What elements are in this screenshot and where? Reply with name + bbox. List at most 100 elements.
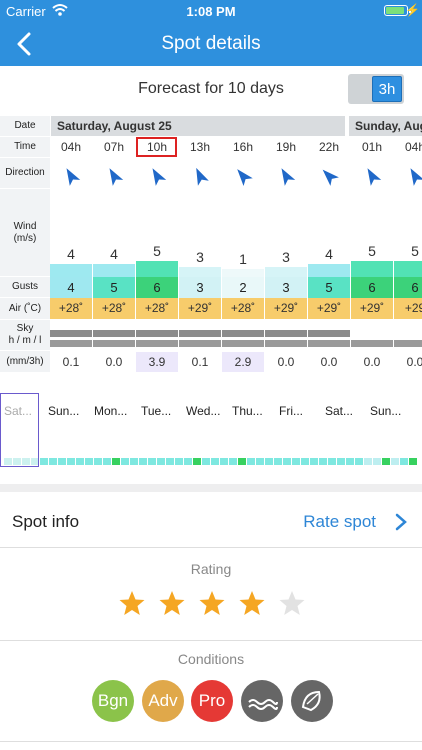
day-label[interactable]: Sun... [370, 404, 401, 418]
wind-direction-arrow-icon [152, 168, 167, 186]
row-label-date: Date [0, 116, 50, 137]
spot-info-label: Spot info [12, 512, 80, 531]
day-wind-mini-bar [400, 458, 408, 465]
day-wind-mini-bar [229, 458, 237, 465]
day-wind-mini-bar [364, 458, 372, 465]
date-header-1: Saturday, August 25 [51, 116, 345, 136]
day-wind-mini-bar [49, 458, 57, 465]
air-temp: +29˚ [308, 298, 350, 319]
clock: 1:08 PM [186, 4, 236, 19]
sky-cloud-high [50, 330, 92, 337]
day-wind-mini-bar [67, 458, 75, 465]
divider [0, 741, 422, 742]
gust-value: 5 [93, 277, 135, 298]
wind-value: 5 [153, 243, 161, 259]
wind-bar [394, 261, 422, 277]
row-label-gusts: Gusts [0, 277, 50, 298]
air-temp: +29˚ [351, 298, 393, 319]
wind-bar [222, 269, 264, 277]
sky-cloud-high [179, 330, 221, 337]
time-cell[interactable]: 13h [179, 140, 221, 154]
precip-value: 0.1 [191, 355, 209, 369]
star-icon[interactable] [118, 589, 146, 617]
section-divider [0, 484, 422, 492]
day-wind-mini-bar [391, 458, 399, 465]
day-wind-mini-bar [319, 458, 327, 465]
day-label[interactable]: Sat... [325, 404, 353, 418]
star-icon[interactable] [158, 589, 186, 617]
wind-value: 4 [325, 246, 333, 262]
star-icon[interactable] [238, 589, 266, 617]
selected-time-marker [136, 137, 177, 157]
day-label[interactable]: Mon... [94, 404, 127, 418]
time-cell[interactable]: 04h [50, 140, 92, 154]
chevron-right-icon[interactable] [394, 512, 408, 532]
divider [0, 547, 422, 548]
air-temp: +28˚ [136, 298, 178, 319]
wind-value: 1 [239, 251, 247, 267]
sky-cloud-mid [136, 340, 178, 347]
day-wind-mini-bar [121, 458, 129, 465]
wind-value: 5 [368, 243, 376, 259]
star-icon[interactable] [198, 589, 226, 617]
time-cell[interactable]: 22h [308, 140, 350, 154]
time-cell[interactable]: 07h [93, 140, 135, 154]
gust-value: 4 [50, 277, 92, 298]
status-bar: Carrier 1:08 PM ⚡ [0, 0, 422, 22]
day-wind-mini-bar [355, 458, 363, 465]
sky-cloud-high [93, 330, 135, 337]
kite-icon [291, 680, 333, 722]
wind-bar [308, 264, 350, 277]
toggle-3h[interactable]: 3h [372, 76, 402, 102]
rate-spot-link[interactable]: Rate spot [303, 512, 376, 532]
day-wind-mini-bar [274, 458, 282, 465]
sky-cloud-mid [93, 340, 135, 347]
interval-toggle[interactable]: 3h [348, 74, 404, 104]
sky-cloud-mid [222, 340, 264, 347]
day-wind-mini-bar [247, 458, 255, 465]
day-wind-mini-bar [265, 458, 273, 465]
day-wind-mini-bar [166, 458, 174, 465]
time-cell[interactable]: 04h [394, 140, 422, 154]
day-wind-mini-bar [103, 458, 111, 465]
date-header-2: Sunday, August 26 [349, 116, 422, 136]
gust-value: 3 [179, 277, 221, 298]
day-wind-mini-bar [283, 458, 291, 465]
sky-cloud-high [308, 330, 350, 337]
day-wind-mini-bar [220, 458, 228, 465]
waves-icon [241, 680, 283, 722]
day-label[interactable]: Tue... [141, 404, 171, 418]
wind-value: 5 [411, 243, 419, 259]
day-wind-mini-bar [157, 458, 165, 465]
selected-day-frame [0, 393, 39, 467]
day-label[interactable]: Sun... [48, 404, 79, 418]
row-label-time: Time [0, 137, 50, 158]
sky-cloud-mid [265, 340, 307, 347]
day-wind-mini-bar [184, 458, 192, 465]
day-wind-mini-bar [148, 458, 156, 465]
day-label[interactable]: Thu... [232, 404, 263, 418]
time-cell[interactable]: 16h [222, 140, 264, 154]
day-label[interactable]: Fri... [279, 404, 303, 418]
day-wind-mini-bar [301, 458, 309, 465]
wind-direction-arrow-icon [367, 168, 382, 186]
row-label-direction: Direction [0, 158, 50, 189]
gust-value: 6 [351, 277, 393, 298]
row-label-air: Air (˚C) [0, 298, 50, 320]
air-temp: +28˚ [50, 298, 92, 319]
spot-info-row[interactable]: Spot info Rate spot [0, 500, 422, 544]
wind-direction-arrow-icon [322, 169, 339, 186]
time-cell[interactable]: 19h [265, 140, 307, 154]
day-wind-mini-bar [238, 458, 246, 465]
time-cell[interactable]: 01h [351, 140, 393, 154]
gust-value: 3 [265, 277, 307, 298]
gust-value: 6 [394, 277, 422, 298]
divider [0, 640, 422, 641]
day-label[interactable]: Wed... [186, 404, 220, 418]
star-icon[interactable] [278, 589, 306, 617]
day-wind-mini-bar [139, 458, 147, 465]
row-label-precip: (mm/3h) [0, 351, 50, 373]
sky-cloud-high [222, 330, 264, 337]
precip-value: 0.1 [62, 355, 80, 369]
wind-value: 3 [282, 249, 290, 265]
